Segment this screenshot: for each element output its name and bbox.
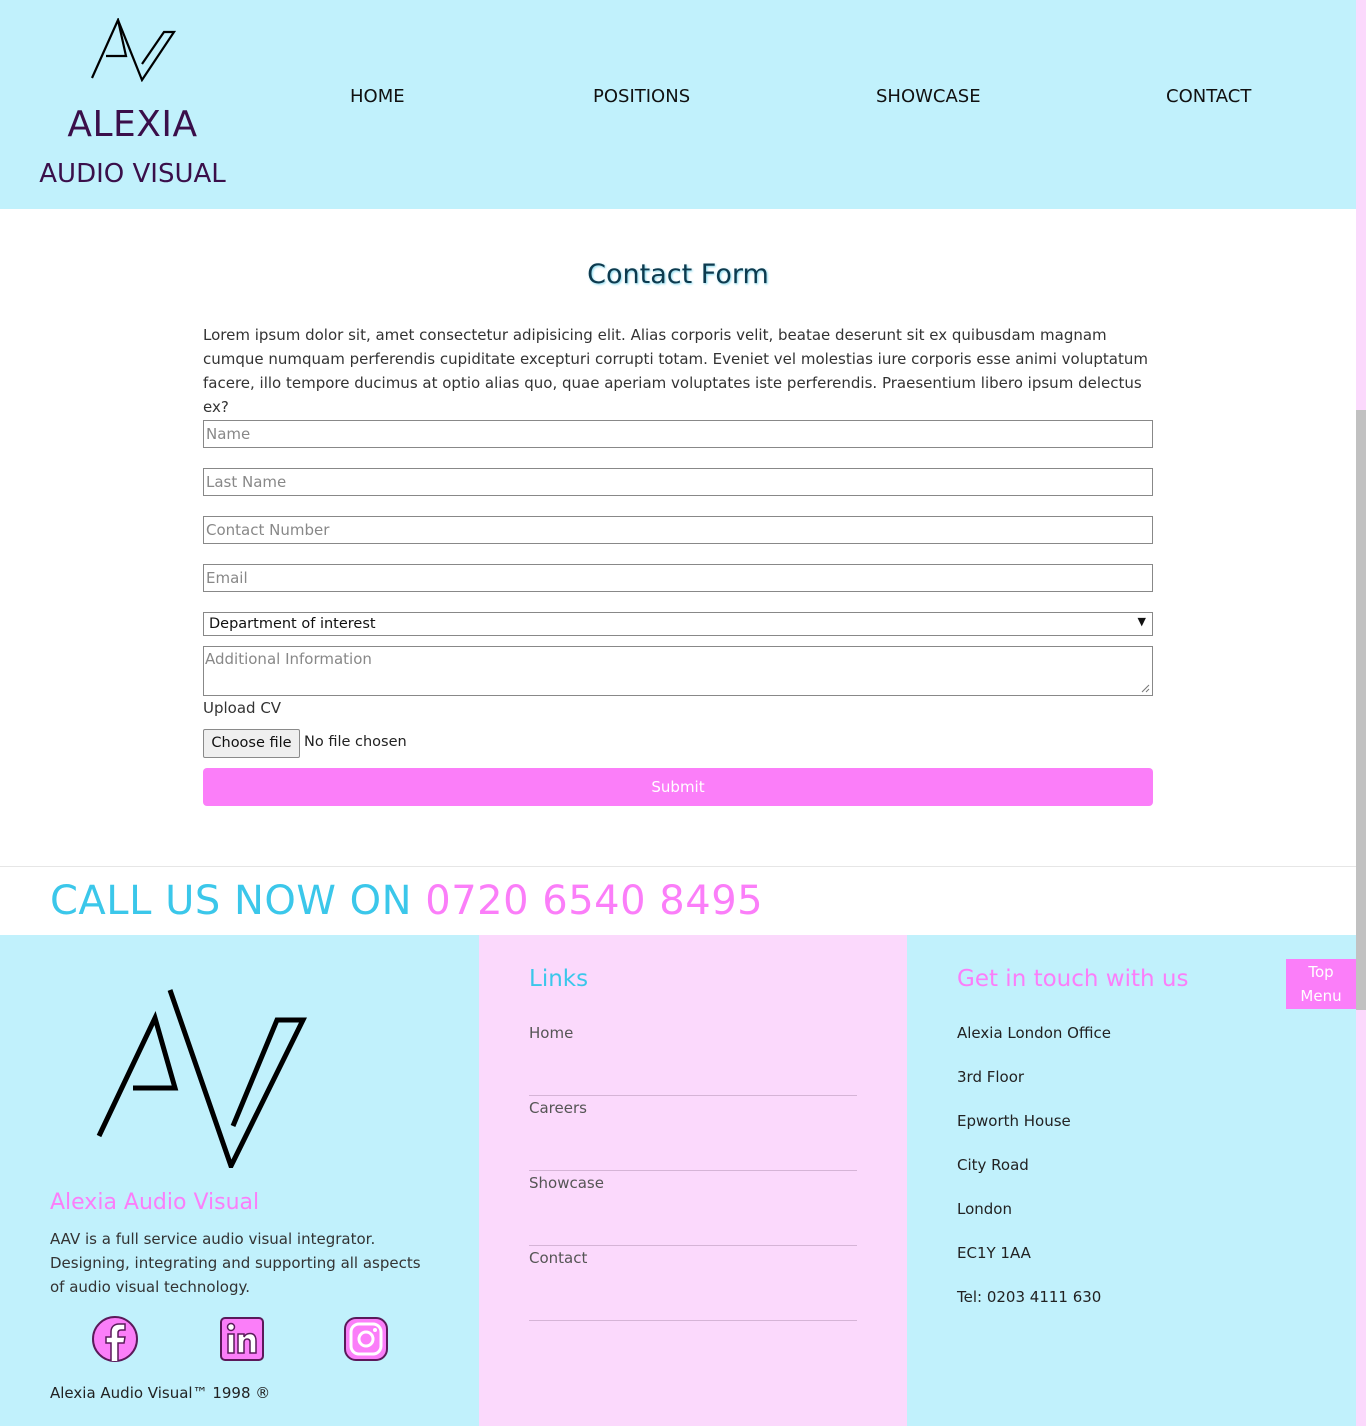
linkedin-icon[interactable]	[218, 1315, 266, 1363]
copyright-text: Alexia Audio Visual™ 1998 ®	[50, 1384, 271, 1402]
facebook-icon[interactable]	[91, 1315, 139, 1363]
get-in-touch-heading: Get in touch with us	[957, 966, 1189, 992]
file-status-text: No file chosen	[304, 734, 407, 750]
address-phone[interactable]: Tel: 0203 4111 630	[957, 1288, 1101, 1306]
top-menu-label-line1: Top	[1308, 963, 1334, 981]
dropdown-arrow-icon: ▼	[1137, 615, 1146, 628]
submit-button[interactable]: Submit	[203, 768, 1153, 806]
department-select[interactable]: Department of interest ▼	[203, 612, 1153, 636]
av-logo-large-icon	[96, 989, 307, 1168]
call-us-banner: CALL US NOW ON 0720 6540 8495	[50, 878, 763, 924]
upload-cv-label: Upload CV	[203, 699, 282, 717]
site-header: ALEXIA AUDIO VISUAL HOME POSITIONS SHOWC…	[0, 0, 1356, 209]
footer-description: AAV is a full service audio visual integ…	[50, 1230, 421, 1296]
page: ALEXIA AUDIO VISUAL HOME POSITIONS SHOWC…	[0, 0, 1356, 1426]
address-line: Epworth House	[957, 1112, 1071, 1130]
intro-text: Lorem ipsum dolor sit, amet consectetur …	[203, 326, 1148, 416]
last-name-field[interactable]: Last Name	[203, 468, 1153, 496]
instagram-icon[interactable]	[342, 1315, 390, 1363]
top-menu-button[interactable]: Top Menu	[1286, 959, 1356, 1009]
section-divider	[0, 866, 1356, 867]
choose-file-button[interactable]: Choose file	[203, 729, 300, 758]
footer-brand-name: Alexia Audio Visual	[50, 1190, 260, 1215]
av-logo-icon[interactable]	[90, 18, 178, 82]
additional-info-placeholder: Additional Information	[205, 650, 372, 668]
footer-link-home[interactable]: Home	[529, 1021, 857, 1096]
nav-home[interactable]: HOME	[350, 86, 405, 107]
address-line: City Road	[957, 1156, 1029, 1174]
department-selected-value: Department of interest	[209, 616, 376, 632]
resize-grip-icon[interactable]	[1141, 684, 1150, 693]
call-us-number[interactable]: 0720 6540 8495	[425, 878, 763, 924]
name-field[interactable]: Name	[203, 420, 1153, 448]
email-field[interactable]: Email	[203, 564, 1153, 592]
contact-number-field[interactable]: Contact Number	[203, 516, 1153, 544]
nav-showcase[interactable]: SHOWCASE	[876, 86, 981, 107]
footer-link-showcase[interactable]: Showcase	[529, 1171, 857, 1246]
top-menu-label-line2: Menu	[1300, 987, 1342, 1005]
address-line: 3rd Floor	[957, 1068, 1025, 1086]
additional-info-textarea[interactable]: Additional Information	[203, 646, 1153, 696]
scrollbar-thumb[interactable]	[1356, 410, 1366, 1010]
footer-link-careers[interactable]: Careers	[529, 1096, 857, 1171]
nav-contact[interactable]: CONTACT	[1166, 86, 1251, 107]
call-us-prefix: CALL US NOW ON	[50, 878, 413, 924]
address-postcode: EC1Y 1AA	[957, 1244, 1031, 1262]
logo-name: ALEXIA	[67, 104, 198, 145]
address-line: Alexia London Office	[957, 1024, 1111, 1042]
nav-positions[interactable]: POSITIONS	[593, 86, 690, 107]
page-title: Contact Form	[587, 259, 769, 290]
footer-link-contact[interactable]: Contact	[529, 1246, 857, 1321]
links-heading: Links	[529, 966, 589, 992]
address-line: London	[957, 1200, 1012, 1218]
logo-subtitle: AUDIO VISUAL	[39, 159, 226, 189]
